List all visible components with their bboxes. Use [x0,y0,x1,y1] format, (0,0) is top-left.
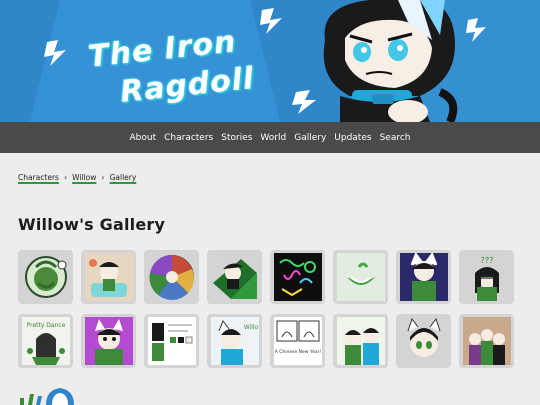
thumbnail-image [24,256,67,298]
gallery-thumbnail[interactable]: ??? [459,250,514,304]
thumbnail-image [149,254,194,300]
thumbnail-image: Pretty Dance [21,317,70,365]
nav-world[interactable]: World [256,133,290,143]
nav-gallery[interactable]: Gallery [290,133,330,143]
thumbnail-image [84,317,133,365]
gallery-thumbnail[interactable]: A Chinese New Year! [270,314,325,368]
thumbnail-caption: Willo [243,324,258,331]
logo-icon [20,388,74,405]
gallery-thumbnail[interactable] [207,250,262,304]
thumbnail-image [273,253,322,301]
main-nav: About Characters Stories World Gallery U… [0,122,540,153]
thumbnail-image: A Chinese New Year! [273,317,322,365]
nav-characters[interactable]: Characters [160,133,217,143]
breadcrumb-characters[interactable]: Characters [18,173,59,182]
thumbnail-image [399,253,448,301]
gallery-thumbnail[interactable]: Pretty Dance [18,314,73,368]
gallery-thumbnail[interactable] [144,314,199,368]
gallery-thumbnail[interactable] [18,250,73,304]
gallery-thumbnail[interactable] [81,314,136,368]
nav-about[interactable]: About [126,133,161,143]
thumbnail-image [212,259,257,299]
gallery-thumbnail[interactable] [333,314,388,368]
gallery-thumbnail[interactable] [270,250,325,304]
gallery-thumbnail[interactable] [333,250,388,304]
thumbnail-image [336,253,385,301]
thumbnail-caption: A Chinese New Year! [274,349,321,355]
nav-updates[interactable]: Updates [330,133,375,143]
nav-search[interactable]: Search [376,133,415,143]
breadcrumb: Characters › Willow › Gallery [18,173,136,182]
gallery-thumbnail[interactable] [396,250,451,304]
thumbnail-image: Willo [210,317,259,365]
thumbnail-image [147,317,196,365]
thumbnail-image [336,317,385,365]
breadcrumb-willow[interactable]: Willow [72,173,96,182]
chevron-right-icon: › [101,173,105,182]
thumbnail-caption: ??? [480,256,493,265]
thumbnail-caption: Pretty Dance [26,322,65,329]
thumbnail-image [84,253,133,301]
gallery-thumbnail[interactable] [396,314,451,368]
thumbnail-image: ??? [474,256,499,301]
gallery-grid: ??? Pretty Dance Willo A Chinese New Yea… [18,250,528,368]
gallery-thumbnail[interactable]: Willo [207,314,262,368]
gallery-thumbnail[interactable] [144,250,199,304]
site-banner: The Iron Ragdoll [0,0,540,122]
nav-stories[interactable]: Stories [217,133,256,143]
gallery-thumbnail[interactable] [81,250,136,304]
chevron-right-icon: › [63,173,68,182]
breadcrumb-gallery[interactable]: Gallery [110,173,137,182]
banner-artwork [0,0,540,122]
footer-logo [16,386,86,405]
thumbnail-image [407,317,440,357]
page-title: Willow's Gallery [18,215,166,234]
gallery-thumbnail[interactable] [459,314,514,368]
thumbnail-image [462,317,511,365]
